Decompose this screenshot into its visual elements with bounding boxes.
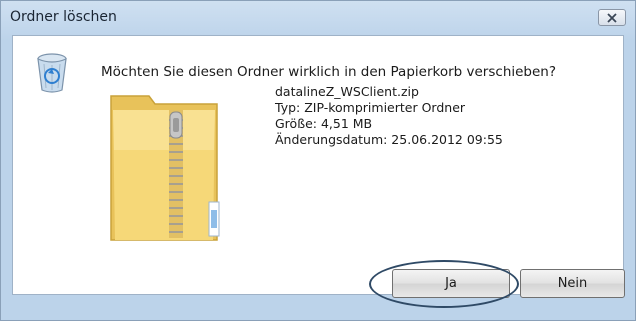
close-button[interactable]	[598, 9, 626, 26]
file-details: datalineZ_WSClient.zip Typ: ZIP-komprimi…	[275, 84, 503, 148]
dialog-footer	[12, 293, 624, 313]
zip-folder-icon	[110, 95, 220, 241]
file-name: datalineZ_WSClient.zip	[275, 84, 419, 99]
file-type: Typ: ZIP-komprimierter Ordner	[275, 100, 466, 115]
title-bar[interactable]: Ordner löschen	[1, 1, 635, 33]
file-size: Größe: 4,51 MB	[275, 116, 373, 131]
window-title: Ordner löschen	[10, 9, 117, 25]
dialog-window: Ordner löschen Möchten Sie diesen Ordner…	[0, 0, 636, 321]
confirm-question: Möchten Sie diesen Ordner wirklich in de…	[101, 64, 557, 80]
recycle-bin-icon	[37, 53, 67, 93]
dialog-content: Möchten Sie diesen Ordner wirklich in de…	[12, 35, 625, 308]
close-icon	[607, 13, 617, 23]
file-modified: Änderungsdatum: 25.06.2012 09:55	[275, 132, 503, 147]
